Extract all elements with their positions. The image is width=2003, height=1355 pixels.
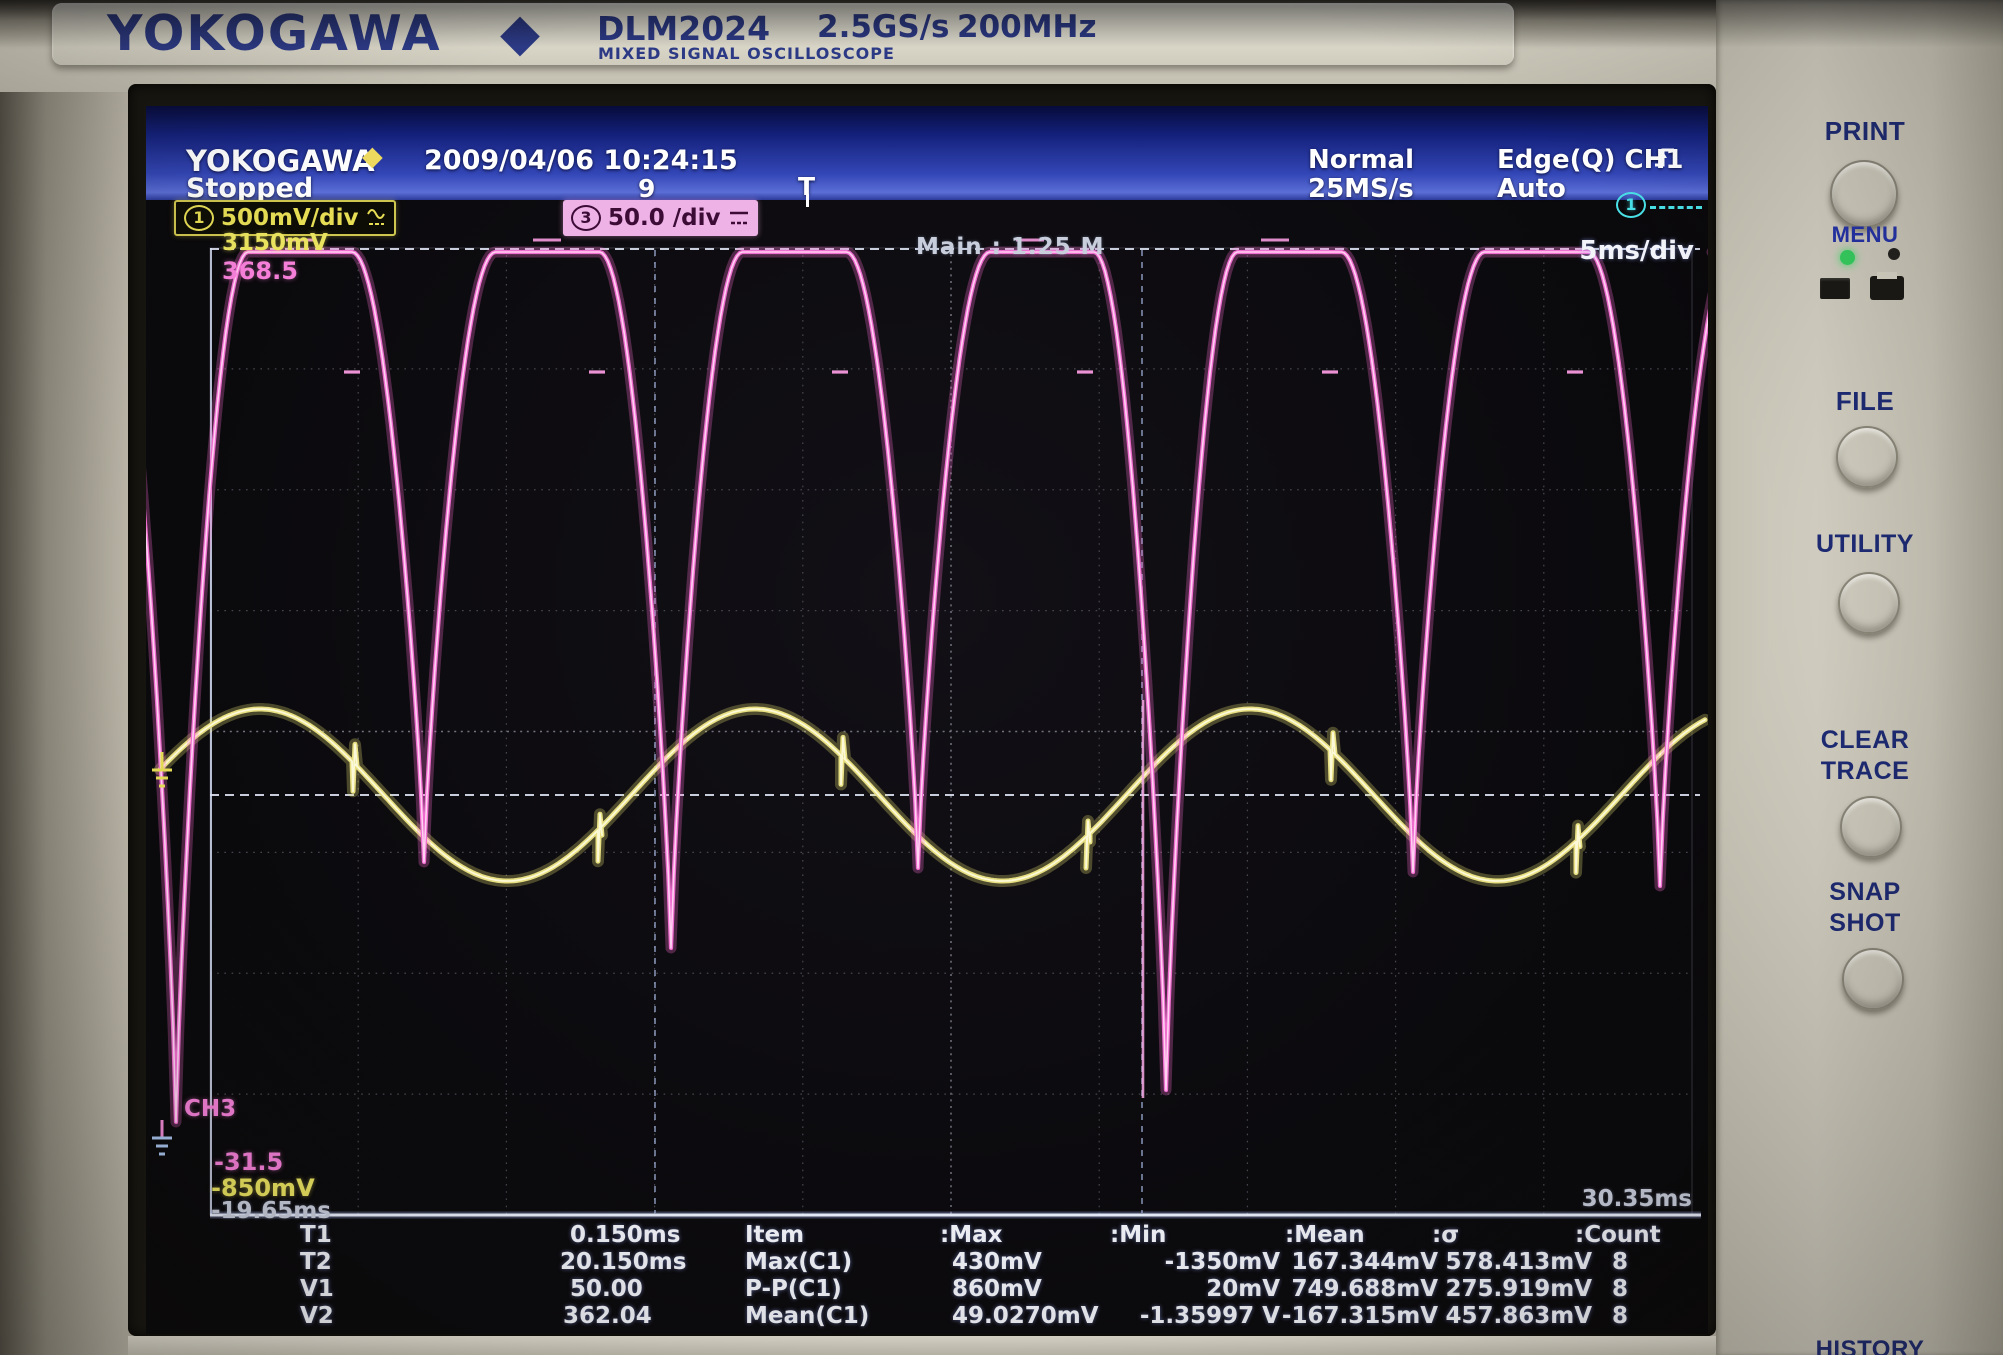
cursor-t1-label: T1 bbox=[300, 1222, 332, 1248]
measure-cell: 167.344mV bbox=[1291, 1249, 1438, 1275]
clear-trace-label-1: CLEAR bbox=[1820, 726, 1910, 754]
menu-led-green bbox=[1840, 250, 1855, 265]
trigger-sweep-mode: Auto bbox=[1497, 174, 1566, 204]
print-label: PRINT bbox=[1824, 116, 1906, 146]
ch3-label: CH3 bbox=[184, 1096, 237, 1122]
measure-cell: -1350mV bbox=[1164, 1249, 1280, 1275]
brand-logo: YOKOGAWA bbox=[107, 5, 442, 62]
bezel-bottom-strip bbox=[128, 1336, 1716, 1355]
trigger-level-marker-icon: 1 bbox=[1616, 192, 1646, 218]
ch3-ground-marker-icon bbox=[152, 1120, 172, 1156]
print-button[interactable] bbox=[1830, 160, 1898, 228]
trigger-mode-label: Normal bbox=[1308, 145, 1414, 175]
sample-rate-spec: 2.5GS/s bbox=[817, 9, 950, 45]
device-subtitle: MIXED SIGNAL OSCILLOSCOPE bbox=[598, 44, 895, 63]
measure-row-item: Mean(C1) bbox=[745, 1303, 870, 1329]
measure-cell: 749.688mV bbox=[1291, 1276, 1438, 1302]
snapshot-label-1: SNAP bbox=[1829, 878, 1901, 906]
ch3-top-scale: 368.5 bbox=[222, 257, 298, 285]
snapshot-button[interactable] bbox=[1842, 948, 1904, 1010]
measure-row-item: P-P(C1) bbox=[745, 1276, 842, 1302]
measure-row-item: Max(C1) bbox=[745, 1249, 853, 1275]
measure-cell: 20mV bbox=[1206, 1276, 1280, 1302]
printer-icon bbox=[1870, 272, 1904, 300]
utility-label: UTILITY bbox=[1816, 530, 1914, 558]
cursor-t2-value: 20.150ms bbox=[560, 1249, 687, 1275]
cursor-v2-label: V2 bbox=[300, 1303, 334, 1329]
ch1-number-icon: 1 bbox=[184, 205, 214, 231]
cursor-t2-label: T2 bbox=[300, 1249, 332, 1275]
ch3-scale-badge[interactable]: 3 50.0 /div bbox=[563, 200, 758, 236]
time-right-label: 30.35ms bbox=[1581, 1186, 1692, 1212]
measure-cell: -167.315mV bbox=[1281, 1303, 1438, 1329]
model-number: DLM2024 bbox=[597, 9, 771, 48]
history-label: HISTORY bbox=[1815, 1336, 1925, 1355]
clear-trace-button[interactable] bbox=[1840, 796, 1902, 858]
acquisition-count: 9 bbox=[638, 174, 656, 203]
measure-cell: 860mV bbox=[952, 1276, 1042, 1302]
cursor-v2-value: 362.04 bbox=[563, 1303, 652, 1329]
time-left-label: -19.65ms bbox=[211, 1198, 331, 1224]
measure-cell: 8 bbox=[1612, 1276, 1629, 1302]
ch1-top-scale: 3150mV bbox=[222, 230, 328, 256]
measure-cell: 457.863mV bbox=[1445, 1303, 1592, 1329]
ch3-waveform bbox=[146, 238, 1708, 1128]
waveform-display bbox=[146, 238, 1708, 1219]
measure-cell: 275.919mV bbox=[1445, 1276, 1592, 1302]
screen-brand-diamond-icon: ◆ bbox=[362, 141, 383, 172]
timebase: 5ms/div bbox=[1579, 236, 1694, 266]
bezel-left bbox=[0, 0, 132, 1355]
measure-header-min: :Min bbox=[1110, 1222, 1167, 1248]
trigger-position-tick bbox=[806, 194, 809, 207]
utility-button[interactable] bbox=[1838, 572, 1900, 634]
bandwidth-spec: 200MHz bbox=[957, 9, 1097, 45]
ch3-number-icon: 3 bbox=[571, 205, 601, 231]
ac-coupling-icon bbox=[366, 209, 385, 225]
measure-header-count: :Count bbox=[1575, 1222, 1661, 1248]
clear-trace-label-2: TRACE bbox=[1820, 757, 1910, 785]
measure-cell: -1.35997 V bbox=[1139, 1303, 1280, 1329]
measure-cell: 8 bbox=[1612, 1303, 1629, 1329]
oscilloscope-front: YOKOGAWA ◆ DLM2024 2.5GS/s 200MHz MIXED … bbox=[0, 0, 2003, 1355]
cursor-t1-value: 0.150ms bbox=[570, 1222, 681, 1248]
measure-header-mean: :Mean bbox=[1285, 1222, 1365, 1248]
measure-cell: 578.413mV bbox=[1445, 1249, 1592, 1275]
ch3-bottom-scale: -31.5 bbox=[214, 1148, 284, 1176]
trigger-level-dashes bbox=[1650, 206, 1702, 209]
ch3-scale: 50.0 /div bbox=[608, 205, 721, 231]
ch1-scale: 500mV/div bbox=[221, 205, 359, 231]
ch1-ground-marker-icon bbox=[152, 752, 172, 788]
printer-paper bbox=[1877, 272, 1897, 279]
rising-edge-icon bbox=[1655, 148, 1674, 167]
cursor-v1-label: V1 bbox=[300, 1276, 334, 1302]
measure-cell: 8 bbox=[1612, 1249, 1629, 1275]
measure-header-max: :Max bbox=[940, 1222, 1003, 1248]
measure-cell: 430mV bbox=[952, 1249, 1042, 1275]
brand-diamond-icon: ◆ bbox=[500, 3, 540, 63]
cursor-v1-value: 50.00 bbox=[570, 1276, 643, 1302]
snapshot-label-2: SHOT bbox=[1829, 909, 1901, 937]
menu-led-off bbox=[1888, 248, 1900, 260]
measure-header-sigma: :σ bbox=[1432, 1222, 1460, 1248]
record-length: Main : 1.25 M bbox=[916, 234, 1105, 260]
media-icon bbox=[1820, 278, 1850, 299]
menu-label: MENU bbox=[1831, 222, 1899, 247]
file-button[interactable] bbox=[1836, 426, 1898, 488]
measure-cell: 49.0270mV bbox=[952, 1303, 1099, 1329]
dc-coupling-icon bbox=[729, 211, 748, 225]
brand-plate: YOKOGAWA ◆ DLM2024 2.5GS/s 200MHz MIXED … bbox=[52, 3, 1514, 65]
sample-rate: 25MS/s bbox=[1308, 174, 1414, 204]
file-label: FILE bbox=[1835, 386, 1895, 416]
datetime: 2009/04/06 10:24:15 bbox=[424, 145, 738, 176]
measure-header-item: Item bbox=[745, 1222, 805, 1248]
